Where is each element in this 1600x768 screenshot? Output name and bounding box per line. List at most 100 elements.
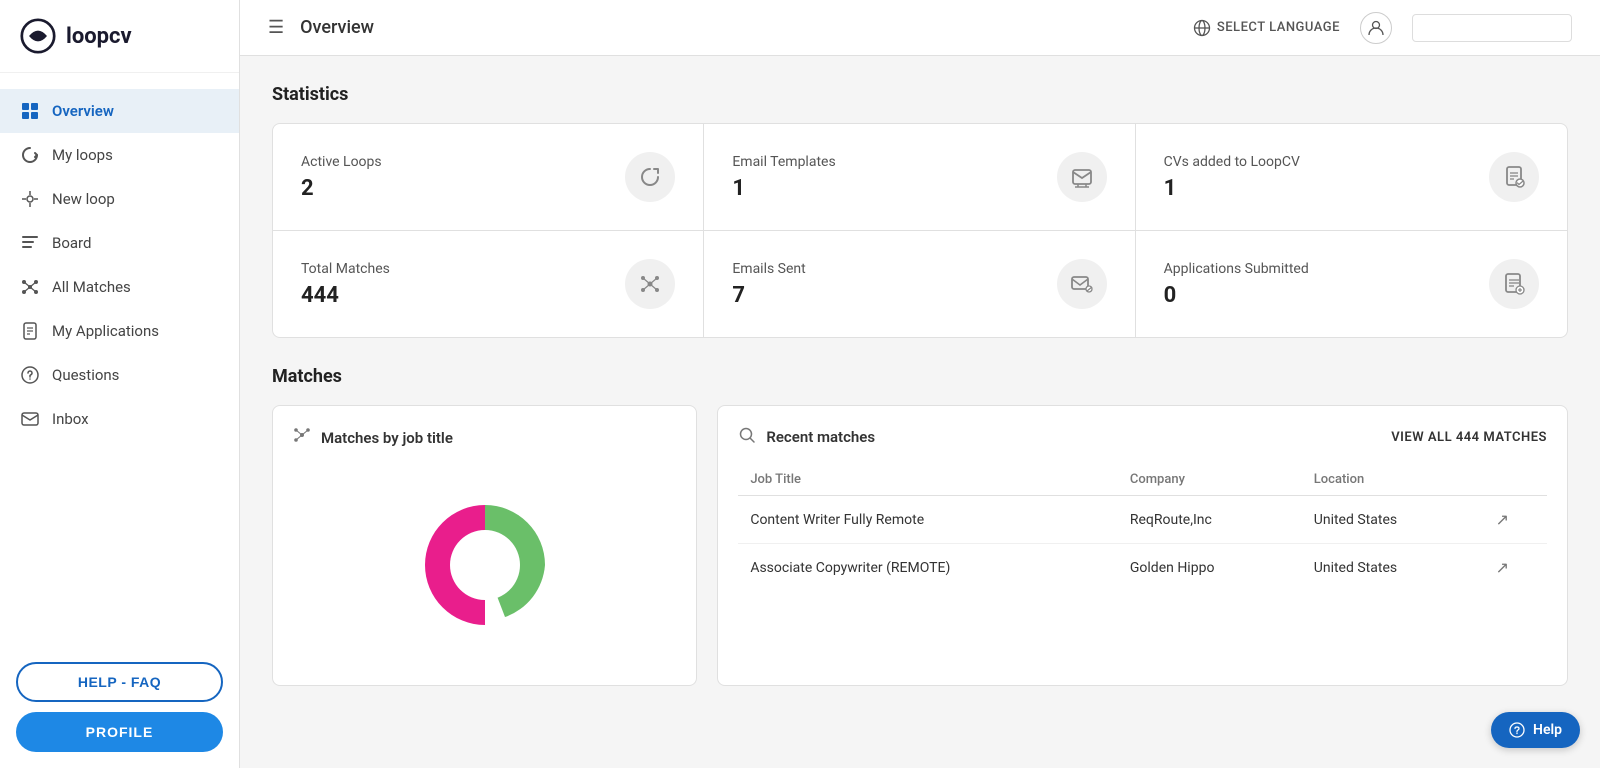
table-row: Associate Copywriter (REMOTE) Golden Hip… — [738, 544, 1547, 592]
chart-card: Matches by job title — [272, 405, 697, 686]
matches-title: Matches — [272, 366, 1568, 387]
network-icon — [638, 272, 662, 296]
email-sent-icon — [1070, 272, 1094, 296]
col-job-title: Job Title — [738, 464, 1118, 496]
sidebar-item-new-loop[interactable]: New loop — [0, 177, 239, 221]
sidebar-item-overview[interactable]: Overview — [0, 89, 239, 133]
stat-value-cvs-added: 1 — [1164, 176, 1300, 201]
language-selector[interactable]: SELECT LANGUAGE — [1193, 19, 1340, 37]
hamburger-icon[interactable]: ☰ — [268, 17, 284, 38]
user-avatar[interactable] — [1360, 12, 1392, 44]
sidebar-item-inbox[interactable]: Inbox — [0, 397, 239, 441]
chart-card-title: Matches by job title — [321, 429, 453, 447]
logo-text: loopcv — [66, 24, 132, 49]
stat-info-total-matches: Total Matches 444 — [301, 261, 390, 308]
help-float-button[interactable]: Help — [1491, 712, 1580, 748]
sidebar-label-my-applications: My Applications — [52, 322, 159, 340]
stat-label-emails-sent: Emails Sent — [732, 261, 805, 277]
stat-info-cvs-added: CVs added to LoopCV 1 — [1164, 154, 1300, 201]
stat-icon-total-matches — [625, 259, 675, 309]
stat-label-applications-submitted: Applications Submitted — [1164, 261, 1309, 277]
applications-icon — [1502, 272, 1526, 296]
recent-matches-title: Recent matches — [766, 428, 875, 446]
company-cell: ReqRoute,Inc — [1118, 496, 1302, 544]
action-cell: ↗ — [1484, 496, 1547, 544]
stat-info-email-templates: Email Templates 1 — [732, 154, 835, 201]
sidebar-label-my-loops: My loops — [52, 146, 113, 164]
recent-header-left: Recent matches — [738, 426, 875, 448]
stat-card-cvs-added: CVs added to LoopCV 1 — [1136, 124, 1567, 231]
board-icon — [20, 233, 40, 253]
loops-icon — [20, 145, 40, 165]
stat-value-emails-sent: 7 — [732, 283, 805, 308]
col-location: Location — [1302, 464, 1484, 496]
stat-icon-applications-submitted — [1489, 259, 1539, 309]
stat-card-total-matches: Total Matches 444 — [273, 231, 704, 337]
statistics-title: Statistics — [272, 84, 1568, 105]
chart-icon — [293, 426, 311, 449]
job-title-cell: Content Writer Fully Remote — [738, 496, 1118, 544]
external-link-icon[interactable]: ↗ — [1496, 558, 1509, 577]
donut-chart — [385, 485, 585, 645]
recent-matches-card: Recent matches VIEW ALL 444 MATCHES Job … — [717, 405, 1568, 686]
applications-icon — [20, 321, 40, 341]
external-link-icon[interactable]: ↗ — [1496, 510, 1509, 529]
topbar-right: SELECT LANGUAGE — [1193, 12, 1572, 44]
stat-label-email-templates: Email Templates — [732, 154, 835, 170]
logo-icon — [20, 18, 56, 54]
content-area: Statistics Active Loops 2 — [240, 56, 1600, 768]
sidebar-item-all-matches[interactable]: All Matches — [0, 265, 239, 309]
matches-grid: Matches by job title — [272, 405, 1568, 686]
email-template-icon — [1070, 165, 1094, 189]
table-row: Content Writer Fully Remote ReqRoute,Inc… — [738, 496, 1547, 544]
matches-table-body: Content Writer Fully Remote ReqRoute,Inc… — [738, 496, 1547, 592]
sidebar-item-my-applications[interactable]: My Applications — [0, 309, 239, 353]
all-matches-icon — [20, 277, 40, 297]
company-cell: Golden Hippo — [1118, 544, 1302, 592]
job-title-cell: Associate Copywriter (REMOTE) — [738, 544, 1118, 592]
refresh-icon — [638, 165, 662, 189]
stat-value-applications-submitted: 0 — [1164, 283, 1309, 308]
new-loop-icon — [20, 189, 40, 209]
stat-card-active-loops: Active Loops 2 — [273, 124, 704, 231]
stat-label-cvs-added: CVs added to LoopCV — [1164, 154, 1300, 170]
search-icon — [738, 426, 756, 448]
sidebar-label-questions: Questions — [52, 366, 119, 384]
sidebar-label-board: Board — [52, 234, 91, 252]
topbar: ☰ Overview SELECT LANGUAGE — [240, 0, 1600, 56]
sidebar-item-my-loops[interactable]: My loops — [0, 133, 239, 177]
stat-info-applications-submitted: Applications Submitted 0 — [1164, 261, 1309, 308]
donut-chart-container — [293, 465, 676, 665]
matches-table-header: Job Title Company Location — [738, 464, 1547, 496]
help-faq-button[interactable]: HELP - FAQ — [16, 662, 223, 702]
stat-info-emails-sent: Emails Sent 7 — [732, 261, 805, 308]
sidebar-label-all-matches: All Matches — [52, 278, 131, 296]
stat-card-emails-sent: Emails Sent 7 — [704, 231, 1135, 337]
logo-area: loopcv — [0, 0, 239, 73]
action-cell: ↗ — [1484, 544, 1547, 592]
user-icon — [1367, 19, 1385, 37]
location-cell: United States — [1302, 544, 1484, 592]
language-label: SELECT LANGUAGE — [1217, 20, 1340, 35]
cv-icon — [1502, 165, 1526, 189]
matches-table: Job Title Company Location Content Write… — [738, 464, 1547, 591]
sidebar-item-questions[interactable]: Questions — [0, 353, 239, 397]
stats-grid: Active Loops 2 Email Templates 1 — [272, 123, 1568, 338]
stat-label-active-loops: Active Loops — [301, 154, 382, 170]
help-float-label: Help — [1533, 722, 1562, 738]
stat-value-total-matches: 444 — [301, 283, 390, 308]
sidebar-item-board[interactable]: Board — [0, 221, 239, 265]
location-cell: United States — [1302, 496, 1484, 544]
sidebar: loopcv Overview My loops — [0, 0, 240, 768]
col-company: Company — [1118, 464, 1302, 496]
profile-button[interactable]: PROFILE — [16, 712, 223, 752]
topbar-left: ☰ Overview — [268, 17, 374, 38]
search-input[interactable] — [1412, 14, 1572, 42]
stat-value-email-templates: 1 — [732, 176, 835, 201]
view-all-link[interactable]: VIEW ALL 444 MATCHES — [1391, 430, 1547, 445]
statistics-section: Statistics Active Loops 2 — [272, 84, 1568, 338]
main-area: ☰ Overview SELECT LANGUAGE — [240, 0, 1600, 768]
help-float-icon — [1509, 722, 1525, 738]
matches-section: Matches — [272, 366, 1568, 686]
stat-label-total-matches: Total Matches — [301, 261, 390, 277]
